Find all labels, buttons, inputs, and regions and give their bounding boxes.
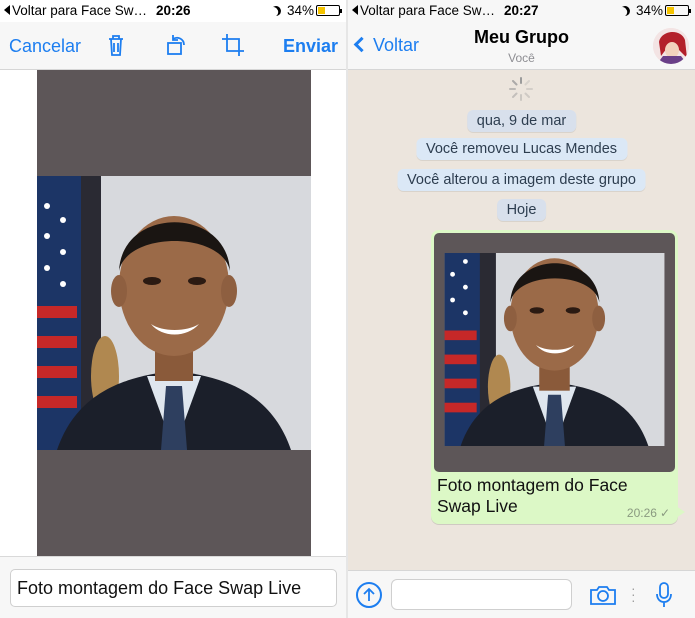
crop-icon[interactable] bbox=[220, 32, 246, 58]
status-back-label: Voltar para Face Sw… bbox=[12, 3, 148, 18]
battery-icon bbox=[665, 5, 691, 16]
message-time: 20:26 bbox=[626, 506, 657, 520]
message-image[interactable] bbox=[434, 233, 675, 472]
caption-bar: Foto montagem do Face Swap Live bbox=[0, 556, 346, 618]
portrait-image bbox=[434, 253, 675, 472]
system-message: Você alterou a imagem deste grupo bbox=[397, 169, 646, 191]
screenshot: Voltar para Face Sw… 20:26 34% Cancelar … bbox=[0, 0, 695, 618]
status-right: 34% bbox=[270, 3, 342, 18]
group-avatar[interactable] bbox=[653, 28, 689, 64]
outgoing-image-message[interactable]: Foto montagem do Face Swap Live 20:26 ✓ bbox=[431, 230, 685, 524]
chat-header: Voltar Meu Grupo Você bbox=[348, 22, 695, 70]
date-separator: Hoje bbox=[496, 199, 547, 221]
chat-title[interactable]: Meu Grupo bbox=[348, 27, 695, 48]
rotate-icon[interactable] bbox=[163, 32, 189, 58]
status-back-link[interactable]: Voltar para Face Sw… bbox=[352, 3, 495, 18]
status-right: 34% bbox=[619, 3, 691, 18]
cancel-button[interactable]: Cancelar bbox=[9, 36, 81, 57]
back-triangle-icon bbox=[4, 5, 10, 15]
caption-input[interactable]: Foto montagem do Face Swap Live bbox=[10, 569, 337, 607]
moon-icon bbox=[270, 5, 283, 18]
photo-send-screen: Voltar para Face Sw… 20:26 34% Cancelar … bbox=[0, 0, 346, 618]
chat-subtitle: Você bbox=[508, 51, 535, 65]
loading-spinner-icon bbox=[508, 76, 534, 102]
battery-percent: 34% bbox=[286, 3, 314, 18]
status-time: 20:27 bbox=[504, 3, 539, 18]
back-triangle-icon bbox=[352, 5, 358, 15]
message-meta: 20:26 ✓ bbox=[627, 506, 670, 520]
status-time: 20:26 bbox=[156, 3, 191, 18]
message-input[interactable] bbox=[391, 579, 572, 610]
status-back-link[interactable]: Voltar para Face Sw… bbox=[4, 3, 147, 18]
moon-icon bbox=[619, 5, 632, 18]
mic-icon[interactable] bbox=[654, 581, 674, 609]
send-button[interactable]: Enviar bbox=[283, 36, 338, 57]
battery-icon bbox=[316, 5, 342, 16]
portrait-image bbox=[37, 176, 311, 450]
photo-preview bbox=[37, 70, 311, 556]
message-input-bar: · · · bbox=[348, 570, 695, 618]
status-bar: Voltar para Face Sw… 20:27 34% bbox=[348, 0, 695, 22]
camera-icon[interactable] bbox=[589, 583, 617, 607]
status-bar: Voltar para Face Sw… 20:26 34% bbox=[0, 0, 346, 22]
system-message: Você removeu Lucas Mendes bbox=[415, 138, 628, 160]
date-separator: qua, 9 de mar bbox=[466, 110, 577, 132]
group-chat-screen: Voltar para Face Sw… 20:27 34% Voltar Me… bbox=[348, 0, 695, 618]
editor-toolbar: Cancelar Enviar bbox=[0, 22, 346, 70]
upload-icon[interactable] bbox=[356, 582, 382, 608]
battery-percent: 34% bbox=[635, 3, 663, 18]
status-back-label: Voltar para Face Sw… bbox=[360, 3, 496, 18]
more-icon[interactable]: · · · bbox=[631, 581, 636, 607]
check-icon: ✓ bbox=[659, 506, 670, 520]
trash-icon[interactable] bbox=[103, 32, 129, 58]
chat-area[interactable]: qua, 9 de mar Você removeu Lucas Mendes … bbox=[348, 70, 695, 570]
